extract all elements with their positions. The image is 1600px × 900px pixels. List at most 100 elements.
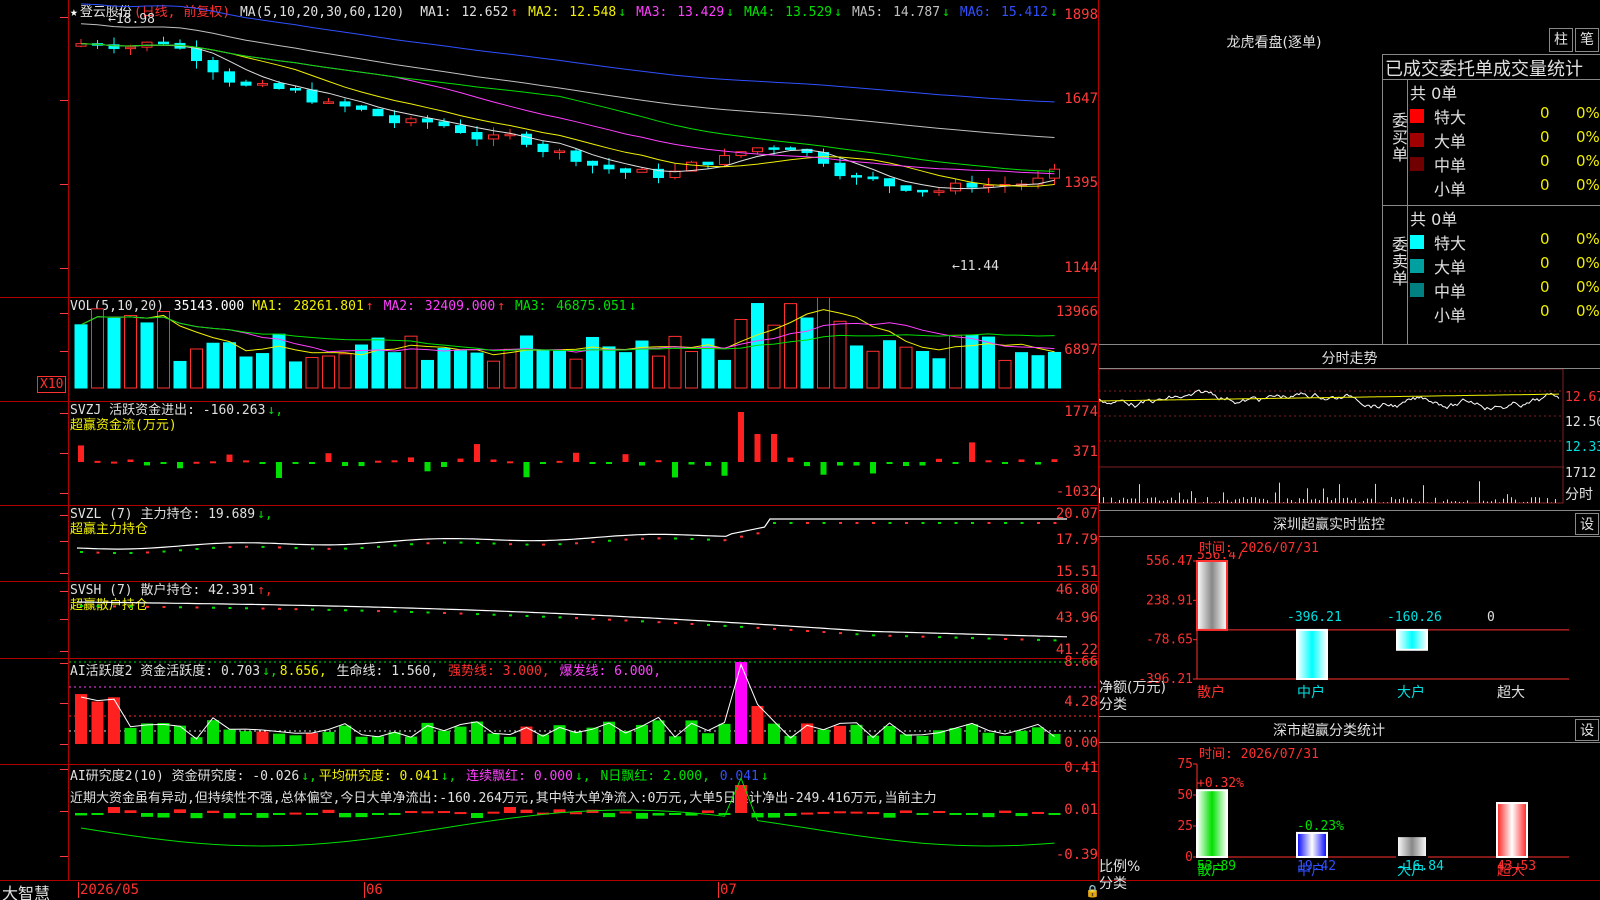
tick-dot	[971, 637, 974, 640]
candlestick-chart[interactable]	[69, 0, 1098, 297]
volume-panel[interactable]: VOL(5,10,20) 35143.000 MA1: 28261.801 ↑ MA2…	[0, 298, 1098, 401]
fenshi-vol-bar	[1307, 488, 1308, 503]
order-label: 特大	[1434, 108, 1467, 127]
flow-bar	[325, 453, 332, 462]
fenshi-vol-bar	[1323, 488, 1324, 503]
color-swatch	[1410, 109, 1424, 123]
candle-up	[257, 83, 268, 86]
order-row: 中单 0 0%	[1410, 278, 1600, 302]
order-row: 小单 0 0%	[1410, 302, 1600, 326]
tick-dot	[657, 621, 661, 624]
tick-dot	[921, 635, 925, 638]
flow-bar	[837, 462, 843, 466]
research-bar	[306, 813, 318, 815]
tick-dot	[608, 618, 611, 621]
tick-dot	[575, 542, 578, 545]
svsh-chart[interactable]	[69, 582, 1098, 658]
fenshi-panel[interactable]: 分时走势 12.67 12.50 12.33 1712 分时	[1099, 346, 1600, 512]
activity-bar	[570, 731, 582, 744]
tick-dot	[855, 633, 859, 636]
pct-label: +0.32%	[1197, 776, 1244, 791]
volume-chart[interactable]	[69, 298, 1098, 401]
ai-activity-chart[interactable]	[69, 659, 1098, 764]
activity-bar	[372, 736, 384, 744]
flow-bar	[441, 462, 447, 467]
vol-bar-down	[256, 353, 269, 389]
order-pct: 0%	[1576, 230, 1600, 248]
bar-view-button[interactable]: 柱	[1549, 28, 1573, 52]
fenshi-vol-bar	[1411, 498, 1412, 503]
x-tick: 2026/05	[80, 882, 140, 898]
tick-dot	[311, 608, 314, 611]
svsh-panel[interactable]: SVSH (7) 散户持仓: 42.391 ↑, 超赢散户持仓 46.80 43.…	[0, 582, 1098, 658]
fenshi-chart[interactable]	[1099, 369, 1564, 504]
research-bar	[867, 812, 879, 815]
lock-icon[interactable]: 🔒	[1085, 884, 1100, 898]
category-bar	[1296, 628, 1328, 680]
tick-dot	[459, 541, 463, 544]
activity-bar	[718, 723, 731, 744]
svzl-chart[interactable]	[69, 506, 1098, 581]
activity-bar	[108, 697, 120, 744]
sz-class-settings-button[interactable]: 设	[1575, 719, 1599, 741]
fenshi-border	[1099, 369, 1564, 504]
fenshi-vol-bar	[1187, 499, 1188, 503]
ai-research-chart[interactable]	[69, 765, 1098, 880]
vol-bar-up	[817, 298, 830, 389]
fenshi-vol-bar	[1403, 497, 1404, 503]
sz-monitor-settings-button[interactable]: 设	[1575, 513, 1599, 535]
high-price-value: 18.98	[115, 12, 155, 27]
fenshi-y-tick: 12.50	[1565, 415, 1600, 430]
sz-monitor-chart[interactable]: 556.47 238.91 -78.65 -396.21 散户 中户 大户 超大 556.47 -…	[1099, 552, 1600, 718]
tick-dot	[113, 552, 116, 555]
tick-dot	[1053, 639, 1057, 642]
ai-activity-panel[interactable]: AI活跃度2 资金活跃度: 0.703 ↓, 8.656, 生命线: 1.560, …	[0, 654, 1098, 764]
lhkp-tabs-row[interactable]: 已成交委托单成交量统计	[1385, 55, 1583, 81]
sz-monitor-panel[interactable]: 深圳超赢实时监控 设 时间: 2026/07/31 556.47 238.91 -7…	[1099, 512, 1600, 718]
flow-bar	[342, 462, 348, 467]
tick-dot	[278, 607, 281, 610]
svzl-panel[interactable]: SVZL (7) 主力持仓: 19.689 ↓, 超赢主力持仓 20.07 17.…	[0, 506, 1098, 581]
activity-bar	[1032, 727, 1044, 744]
kline-panel[interactable]: ★ 登云股份 (日线, 前复权) MA(5,10,20,30,60,120) MA1…	[0, 0, 1098, 297]
vol-bar-down	[553, 350, 566, 389]
vol-bar-down	[965, 334, 979, 389]
research-bar	[570, 812, 582, 815]
research-bar	[603, 813, 615, 818]
vol-bar-up	[569, 358, 583, 389]
activity-bar	[157, 722, 170, 744]
vol-bar-down	[520, 335, 533, 389]
activity-bar	[75, 694, 87, 744]
tick-dot	[146, 551, 149, 554]
fenshi-vol-bar	[1383, 502, 1384, 503]
flow-bar	[886, 462, 893, 464]
tick-dot	[905, 522, 908, 524]
ai-research-panel[interactable]: AI研究度2(10) 资金研究度: -0.026 ↓, 平均研究度: 0.041 ↓,…	[0, 760, 1098, 880]
fenshi-vol-bar	[1247, 499, 1248, 503]
activity-bar	[339, 725, 351, 744]
svzj-panel[interactable]: SVZJ 活跃资金进出: -160.263 ↓, 超赢资金流(万元) 1774 3…	[0, 402, 1098, 505]
svzj-chart[interactable]	[69, 402, 1098, 505]
sz-class-chart[interactable]: 7550250散户 中户 大户 超大53.89 19.42 -16.84 43.53+0.3…	[1099, 758, 1600, 900]
flow-bar	[507, 461, 513, 464]
fenshi-vol-bar	[1535, 497, 1536, 503]
flow-bar	[540, 462, 546, 464]
tick-dot	[773, 627, 776, 630]
flow-bar	[276, 462, 282, 478]
pen-view-button[interactable]: 笔	[1575, 28, 1599, 52]
flow-bar	[853, 462, 860, 466]
activity-bar	[141, 723, 153, 744]
order-label: 小单	[1434, 180, 1467, 199]
fenshi-vol-bar	[1427, 502, 1428, 503]
vol-bar-up	[784, 303, 797, 389]
fenshi-vol-bar	[1219, 501, 1220, 503]
category-bar	[1396, 628, 1428, 651]
tick-dot	[641, 620, 644, 623]
sz-class-panel[interactable]: 深市超赢分类统计 设 时间: 2026/07/31 75 50 25 0 散户 中户 大户超…	[1099, 718, 1600, 900]
tick-dot	[707, 538, 710, 541]
fenshi-vol-bar	[1371, 498, 1372, 503]
fenshi-vol-bar	[1275, 492, 1276, 503]
flow-bar	[754, 434, 761, 462]
tick-dot	[888, 634, 892, 637]
flow-bar	[721, 462, 728, 476]
